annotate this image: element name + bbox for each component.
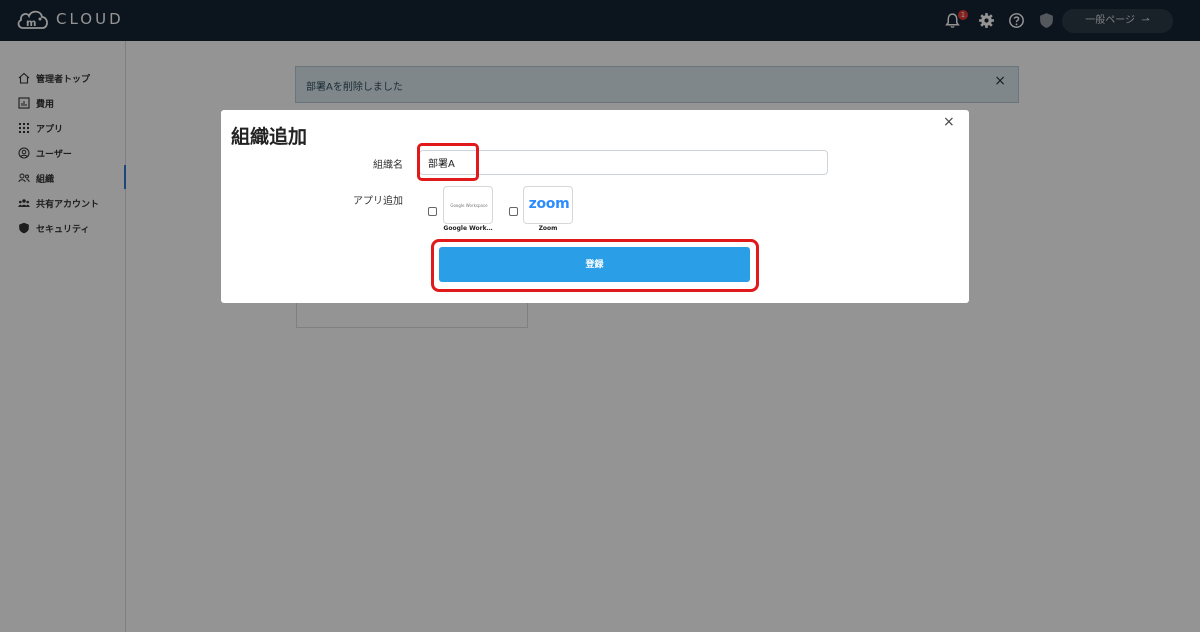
- google-workspace-tile[interactable]: Google Workspace: [443, 186, 493, 224]
- add-apps-label: アプリ追加: [353, 196, 403, 207]
- zoom-logo: zoom: [528, 196, 570, 212]
- google-workspace-logo: Google Workspace: [450, 203, 488, 208]
- modal-close-button[interactable]: ×: [943, 114, 955, 130]
- google-workspace-checkbox[interactable]: [428, 207, 437, 216]
- button-highlight-box: [431, 239, 759, 292]
- google-workspace-caption: Google Work…: [443, 225, 493, 232]
- add-organization-modal: 組織追加 × 組織名 アプリ追加 Google Workspace Google…: [221, 110, 969, 303]
- zoom-tile[interactable]: zoom: [523, 186, 573, 224]
- organization-name-input[interactable]: [419, 150, 828, 175]
- modal-title: 組織追加: [231, 126, 308, 148]
- zoom-caption: Zoom: [538, 225, 558, 232]
- zoom-checkbox[interactable]: [509, 207, 518, 216]
- modal-backdrop[interactable]: [0, 0, 1200, 632]
- name-highlight-box: [417, 143, 479, 181]
- organization-name-label: 組織名: [373, 160, 403, 171]
